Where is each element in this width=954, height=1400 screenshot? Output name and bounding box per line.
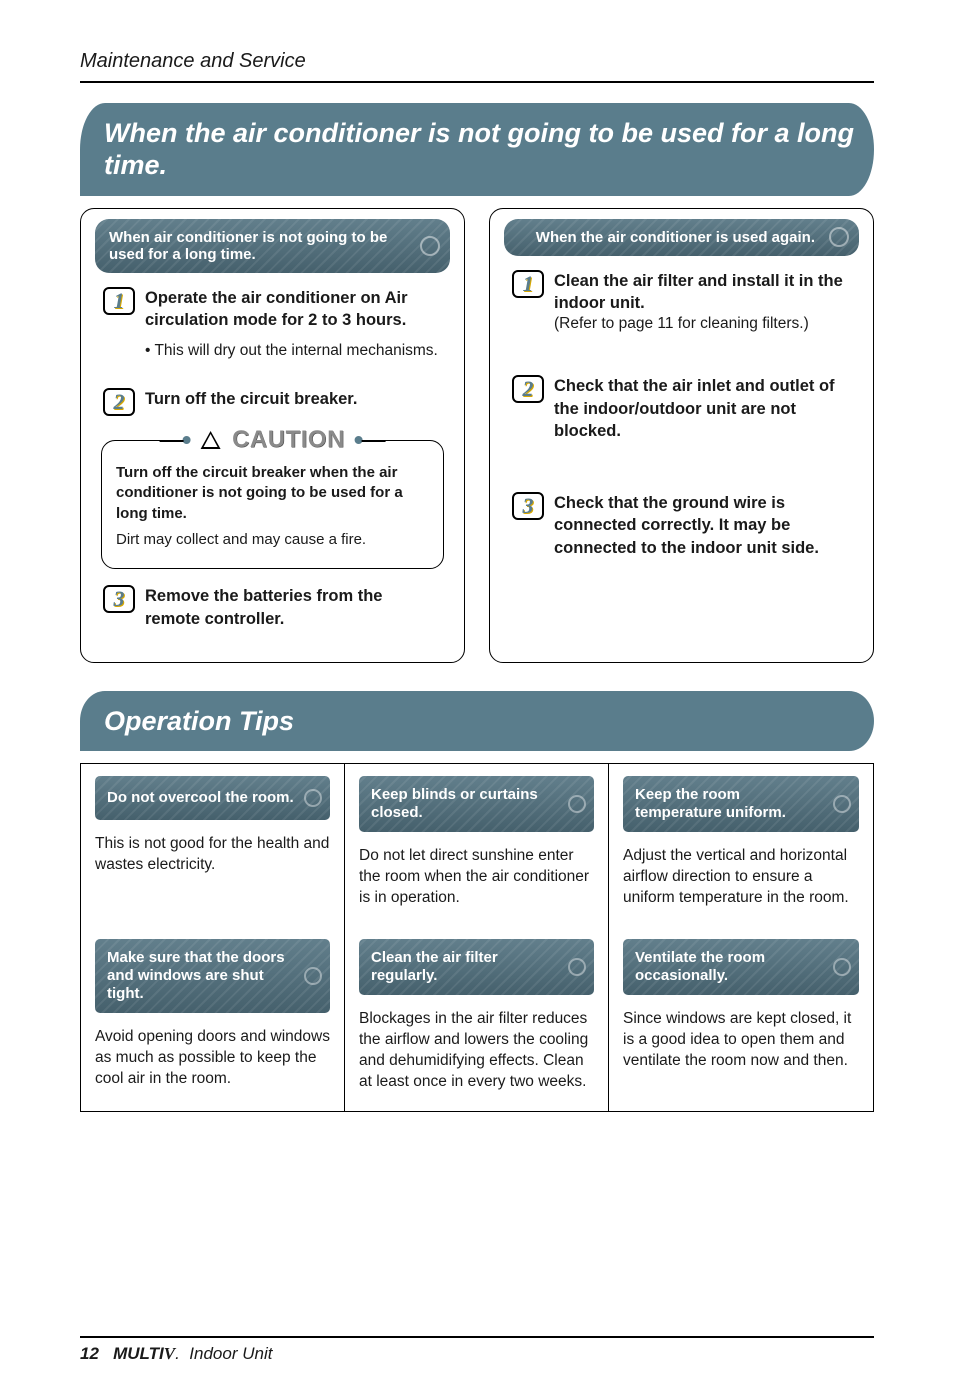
decor-ring-icon [568, 795, 586, 813]
left-step-1-sub: This will dry out the internal mechanism… [145, 341, 442, 362]
right-step-1: 1 Clean the air filter and install it in… [512, 270, 851, 335]
step-number-badge: 2 [512, 375, 544, 403]
right-step-1-paren: (Refer to page 11 for cleaning filters.) [554, 314, 851, 335]
tip-blinds-body: Do not let direct sunshine enter the roo… [359, 846, 594, 909]
running-header: Maintenance and Service [80, 50, 874, 77]
tip-uniform-body: Adjust the vertical and horizontal airfl… [623, 846, 859, 909]
decor-ring-icon [568, 958, 586, 976]
tip-uniform-caption: Keep the room temperature uniform. [635, 786, 823, 822]
page-number: 12 [80, 1344, 99, 1363]
step-number-badge: 1 [512, 270, 544, 298]
tip-filter: Clean the air filter regularly. Blockage… [345, 927, 609, 1111]
footer-tail: Indoor Unit [189, 1344, 272, 1363]
decor-ring-icon [833, 795, 851, 813]
caution-body-text: Dirt may collect and may cause a fire. [116, 530, 429, 550]
section-title-operation-tips: Operation Tips [80, 691, 874, 751]
left-step-2: 2 Turn off the circuit breaker. [103, 388, 442, 416]
footer-brand: MULTI [113, 1344, 164, 1363]
right-step-3: 3 Check that the ground wire is connecte… [512, 492, 851, 559]
step-number-2: 2 [523, 378, 534, 400]
panel-used-again-caption-text: When the air conditioner is used again. [536, 229, 815, 246]
tip-blinds-caption: Keep blinds or curtains closed. [371, 786, 558, 822]
caution-word: CAUTION [232, 426, 345, 454]
left-step-2-text: Turn off the circuit breaker. [145, 388, 442, 410]
footer-brand-dot: . [175, 1344, 180, 1363]
caution-dot-icon [182, 436, 190, 444]
step-number-badge: 3 [512, 492, 544, 520]
decor-ring-icon [304, 789, 322, 807]
tip-doors-caption: Make sure that the doors and windows are… [107, 949, 294, 1003]
panel-used-again-caption: When the air conditioner is used again. [504, 219, 859, 256]
panel-not-used: When air conditioner is not going to be … [80, 208, 465, 663]
page-footer: 12 MULTIV. Indoor Unit [80, 1336, 874, 1364]
tip-ventilate-caption: Ventilate the room occasionally. [635, 949, 823, 985]
left-step-3: 3 Remove the batteries from the remote c… [103, 585, 442, 630]
tip-ventilate-body: Since windows are kept closed, it is a g… [623, 1009, 859, 1072]
caution-dot-icon [355, 436, 363, 444]
right-step-1-text: Clean the air filter and install it in t… [554, 270, 851, 315]
panel-used-again: When the air conditioner is used again. … [489, 208, 874, 663]
step-number-1: 1 [523, 273, 534, 295]
step-number-1: 1 [114, 290, 125, 312]
panel-not-used-caption-text: When air conditioner is not going to be … [109, 229, 387, 263]
left-step-3-text: Remove the batteries from the remote con… [145, 585, 442, 630]
step-number-2: 2 [114, 391, 125, 413]
tip-overcool-body: This is not good for the health and wast… [95, 834, 330, 876]
tip-ventilate: Ventilate the room occasionally. Since w… [609, 927, 873, 1111]
caution-bold-text: Turn off the circuit breaker when the ai… [116, 463, 429, 524]
tip-overcool: Do not overcool the room. This is not go… [81, 764, 345, 927]
tip-uniform: Keep the room temperature uniform. Adjus… [609, 764, 873, 927]
header-rule [80, 81, 874, 83]
page: Maintenance and Service When the air con… [0, 0, 954, 1400]
footer-brand-v: V [164, 1344, 175, 1363]
decor-ring-icon [829, 227, 849, 247]
tips-grid: Do not overcool the room. This is not go… [80, 763, 874, 1111]
tip-blinds: Keep blinds or curtains closed. Do not l… [345, 764, 609, 927]
decor-ring-icon [833, 958, 851, 976]
decor-ring-icon [304, 967, 322, 985]
tip-filter-caption: Clean the air filter regularly. [371, 949, 558, 985]
tip-doors: Make sure that the doors and windows are… [81, 927, 345, 1111]
two-column-panels: When air conditioner is not going to be … [80, 208, 874, 663]
decor-ring-icon [420, 236, 440, 256]
step-number-badge: 1 [103, 287, 135, 315]
step-number-badge: 2 [103, 388, 135, 416]
tip-doors-body: Avoid opening doors and windows as much … [95, 1027, 330, 1090]
warning-triangle-icon: ! [200, 431, 220, 449]
section-title-long-time: When the air conditioner is not going to… [80, 103, 874, 196]
left-step-1-text: Operate the air conditioner on Air circu… [145, 287, 442, 332]
right-step-2-text: Check that the air inlet and outlet of t… [554, 375, 851, 442]
tip-overcool-caption: Do not overcool the room. [107, 789, 294, 807]
right-step-2: 2 Check that the air inlet and outlet of… [512, 375, 851, 442]
step-number-badge: 3 [103, 585, 135, 613]
tip-filter-body: Blockages in the air filter reduces the … [359, 1009, 594, 1093]
step-number-3: 3 [523, 495, 534, 517]
panel-not-used-caption: When air conditioner is not going to be … [95, 219, 450, 273]
caution-label: ! CAUTION [170, 426, 375, 454]
caution-box: ! CAUTION Turn off the circuit breaker w… [101, 440, 444, 569]
left-step-1: 1 Operate the air conditioner on Air cir… [103, 287, 442, 362]
right-step-3-text: Check that the ground wire is connected … [554, 492, 851, 559]
step-number-3: 3 [114, 588, 125, 610]
